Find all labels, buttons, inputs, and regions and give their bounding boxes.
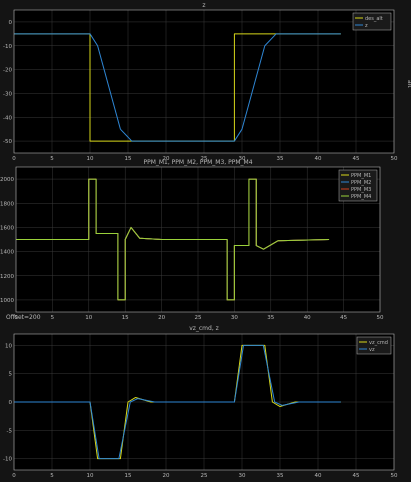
x-tick-label: 35 — [267, 315, 274, 321]
legend-entry: PPM_M2 — [351, 180, 371, 186]
x-tick-label: 0 — [12, 156, 16, 162]
x-tick-label: 50 — [391, 156, 398, 162]
legend-entry: PPM_M3 — [351, 187, 371, 193]
chart-panels: z0 5 10 15 20 25 30 35 40 45 500-10-20-30-40-50des… — [0, 2, 398, 479]
scope-figure: Offset=200 alt z0 5 10 15 20 25 30 35 40 45 500-10… — [0, 0, 411, 482]
x-tick-label: 5 — [50, 473, 54, 479]
x-tick-label: 45 — [353, 156, 360, 162]
x-tick-label: 20 — [158, 315, 165, 321]
legend-entry: des_alt — [365, 16, 383, 22]
x-tick-label: 40 — [315, 473, 322, 479]
legend: des_altz — [352, 12, 392, 31]
x-tick-label: 25 — [195, 315, 202, 321]
legend-entry: vz — [369, 347, 375, 353]
y-tick-label: -50 — [3, 139, 12, 145]
x-tick-label: 0 — [14, 315, 18, 321]
y-tick-label: 10 — [5, 343, 12, 349]
legend: PPM_M1PPM_M2PPM_M3PPM_M4 — [338, 169, 378, 202]
y-tick-label: -5 — [7, 428, 13, 434]
y-tick-label: 1000 — [0, 298, 14, 304]
x-tick-label: 10 — [87, 156, 94, 162]
y-tick-label: -30 — [3, 91, 12, 97]
y-tick-label: 1800 — [0, 201, 14, 207]
chart-panel-3: vz_cmd, z0 5 10 15 20 25 30 35 40 45 501050-5-10vz… — [3, 325, 398, 479]
x-tick-label: 0 — [12, 473, 16, 479]
y-tick-label: -40 — [3, 115, 12, 121]
legend-entry: vz_cmd — [369, 340, 388, 346]
x-tick-label: 40 — [304, 315, 311, 321]
x-tick-label: 35 — [277, 473, 284, 479]
y-tick-label: 1400 — [0, 250, 14, 256]
x-tick-label: 45 — [340, 315, 347, 321]
y-tick-label: 0 — [9, 20, 13, 26]
x-tick-label: 35 — [277, 156, 284, 162]
legend-entry: z — [365, 23, 368, 29]
x-tick-label: 50 — [391, 473, 398, 479]
x-tick-label: 30 — [239, 473, 246, 479]
x-tick-label: 15 — [125, 473, 132, 479]
y-tick-label: 2000 — [0, 177, 14, 183]
y-tick-label: -10 — [3, 44, 12, 50]
y-tick-label: 1600 — [0, 225, 14, 231]
x-tick-label: 40 — [315, 156, 322, 162]
x-tick-label: 20 — [163, 473, 170, 479]
legend-entry: PPM_M4 — [351, 194, 371, 200]
chart-title: vz_cmd, z — [189, 325, 219, 332]
x-tick-label: 15 — [125, 156, 132, 162]
chart-title: z — [202, 2, 205, 9]
legend-entry: PPM_M1 — [351, 173, 371, 179]
y-tick-label: -20 — [3, 68, 12, 74]
y-tick-label: -10 — [3, 457, 12, 463]
chart-panel-1: z0 5 10 15 20 25 30 35 40 45 500-10-20-30-40-50des… — [3, 2, 398, 162]
side-label: alt — [406, 80, 411, 88]
x-tick-label: 30 — [231, 315, 238, 321]
x-tick-label: 5 — [51, 315, 55, 321]
legend: vz_cmdvz — [356, 336, 392, 355]
x-tick-label: 10 — [87, 473, 94, 479]
x-tick-label: 45 — [353, 473, 360, 479]
offset-label: Offset=200 — [6, 314, 41, 321]
y-tick-label: 1200 — [0, 274, 14, 280]
y-tick-label: 0 — [9, 400, 13, 406]
x-tick-label: 5 — [50, 156, 54, 162]
x-tick-label: 15 — [122, 315, 129, 321]
y-tick-label: 5 — [9, 372, 13, 378]
x-tick-label: 10 — [85, 315, 92, 321]
x-tick-label: 50 — [377, 315, 384, 321]
chart-title: PPM_M1, PPM_M2, PPM_M3, PPM_M4 — [143, 159, 252, 166]
x-tick-label: 25 — [201, 473, 208, 479]
chart-panel-2: PPM_M1, PPM_M2, PPM_M3, PPM_M4 0 5 10 15 20 25… — [0, 159, 384, 321]
